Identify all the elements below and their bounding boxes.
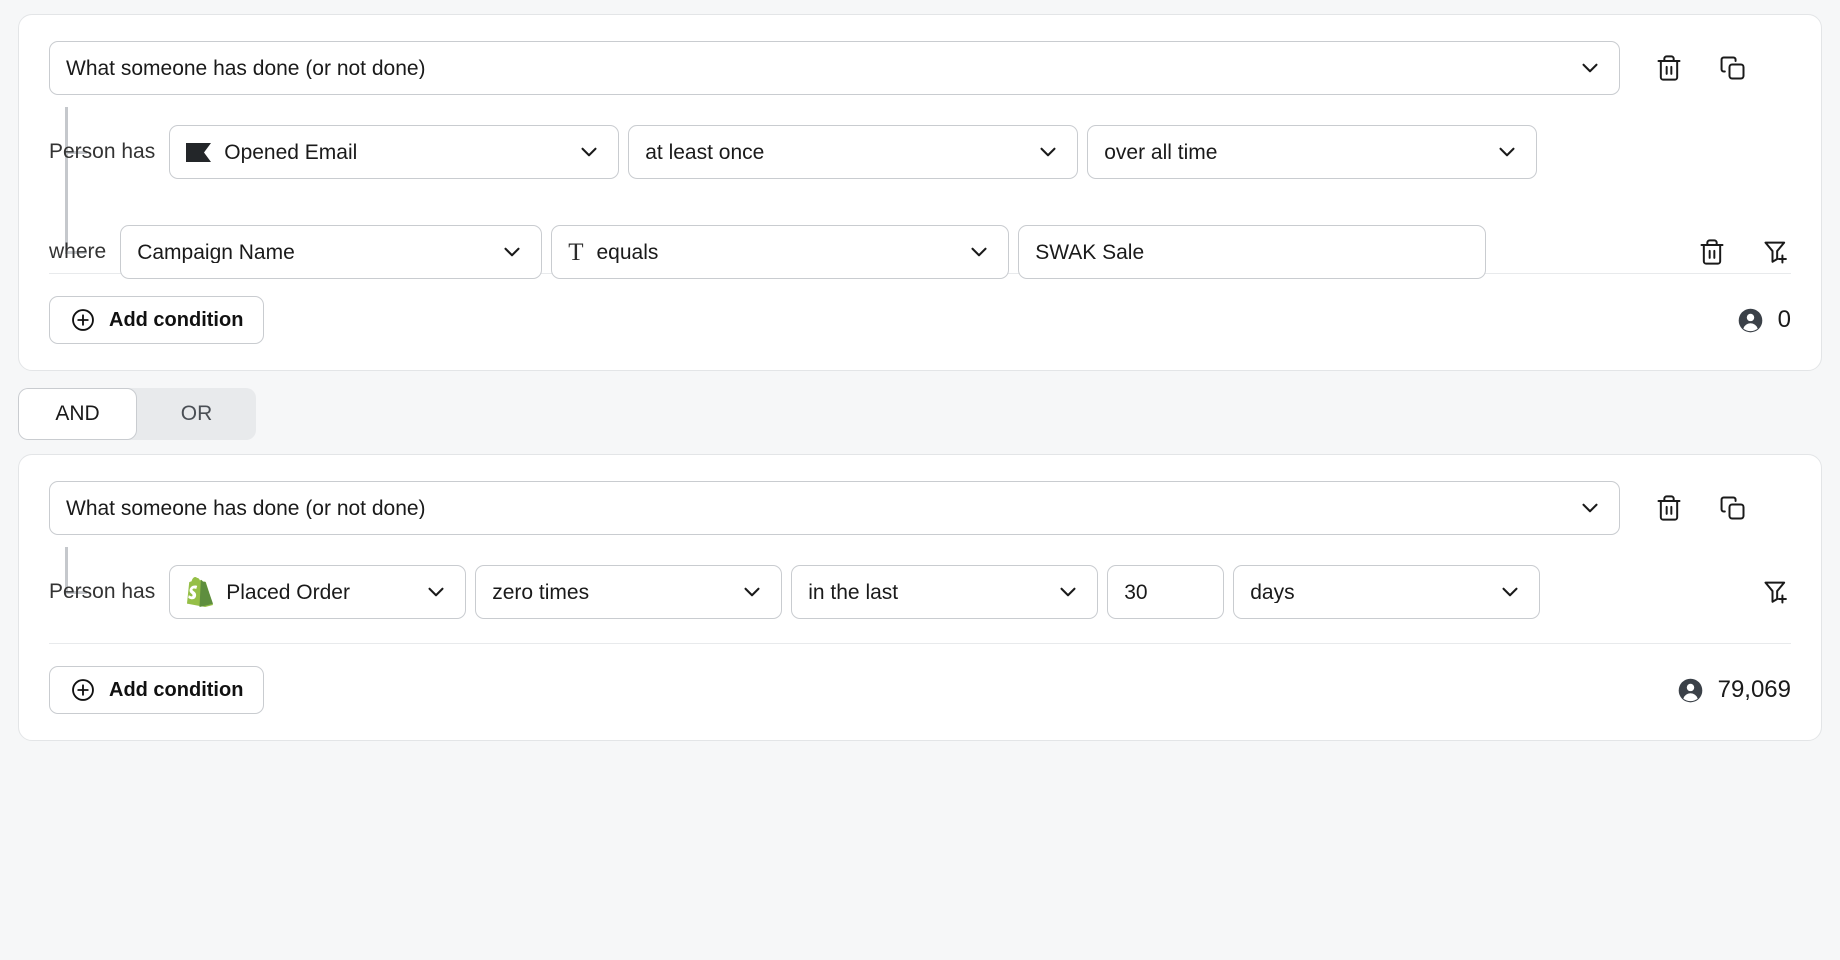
dimension-select[interactable]: Campaign Name bbox=[120, 225, 542, 279]
frequency-select[interactable]: zero times bbox=[475, 565, 782, 619]
condition-row-label: Person has bbox=[49, 140, 169, 164]
add-condition-label: Add condition bbox=[109, 679, 243, 702]
condition-row-actions bbox=[1671, 237, 1791, 267]
frequency-select-label: zero times bbox=[492, 582, 725, 603]
add-condition-label: Add condition bbox=[109, 309, 243, 332]
chevron-down-icon bbox=[1494, 139, 1520, 165]
operator-select-label: equals bbox=[596, 242, 952, 263]
shopify-icon bbox=[186, 577, 213, 607]
text-type-icon: T bbox=[568, 240, 583, 265]
duplicate-icon[interactable] bbox=[1718, 493, 1748, 523]
group-2-header: What someone has done (or not done) bbox=[49, 481, 1791, 535]
value-input[interactable]: SWAK Sale bbox=[1018, 225, 1486, 279]
metric-select[interactable]: Placed Order bbox=[169, 565, 466, 619]
group-2-member-count: 79,069 bbox=[1677, 676, 1791, 704]
group-1-header: What someone has done (or not done) bbox=[49, 41, 1791, 95]
duplicate-icon[interactable] bbox=[1718, 53, 1748, 83]
chevron-down-icon bbox=[499, 239, 525, 265]
delete-icon[interactable] bbox=[1697, 237, 1727, 267]
plus-circle-icon bbox=[70, 677, 96, 703]
add-filter-icon[interactable] bbox=[1761, 237, 1791, 267]
group-1-conditions: Person has Opened Email at least once bbox=[49, 107, 1791, 273]
group-2-count-value: 79,069 bbox=[1718, 676, 1791, 704]
metric-select-label: Opened Email bbox=[224, 142, 562, 163]
chevron-down-icon bbox=[423, 579, 449, 605]
frequency-select[interactable]: at least once bbox=[628, 125, 1078, 179]
unit-select-label: days bbox=[1250, 582, 1483, 603]
chevron-down-icon bbox=[1577, 55, 1603, 81]
group-2-type-select[interactable]: What someone has done (or not done) bbox=[49, 481, 1620, 535]
add-filter-icon[interactable] bbox=[1761, 577, 1791, 607]
logic-toggle-or[interactable]: OR bbox=[137, 388, 256, 440]
condition-group-2: What someone has done (or not done) bbox=[18, 454, 1822, 741]
operator-select[interactable]: T equals bbox=[551, 225, 1009, 279]
chevron-down-icon bbox=[1497, 579, 1523, 605]
plus-circle-icon bbox=[70, 307, 96, 333]
group-1-type-select[interactable]: What someone has done (or not done) bbox=[49, 41, 1620, 95]
chevron-down-icon bbox=[1577, 495, 1603, 521]
group-1-type-select-label: What someone has done (or not done) bbox=[66, 58, 1563, 79]
timeframe-select[interactable]: over all time bbox=[1087, 125, 1537, 179]
amount-input[interactable]: 30 bbox=[1107, 565, 1224, 619]
group-1-header-actions bbox=[1654, 53, 1748, 83]
unit-select[interactable]: days bbox=[1233, 565, 1540, 619]
group-1-member-count: 0 bbox=[1737, 306, 1791, 334]
metric-select[interactable]: Opened Email bbox=[169, 125, 619, 179]
add-condition-button[interactable]: Add condition bbox=[49, 296, 264, 344]
person-icon bbox=[1737, 307, 1764, 334]
timeframe-select-label: over all time bbox=[1104, 142, 1480, 163]
chevron-down-icon bbox=[966, 239, 992, 265]
amount-input-text: 30 bbox=[1124, 582, 1207, 603]
dimension-select-label: Campaign Name bbox=[137, 242, 485, 263]
value-input-text: SWAK Sale bbox=[1035, 242, 1469, 263]
group-2-footer: Add condition 79,069 bbox=[49, 644, 1791, 740]
logic-toggle: AND OR bbox=[18, 388, 256, 440]
group-2-type-select-label: What someone has done (or not done) bbox=[66, 498, 1563, 519]
logic-toggle-wrap: AND OR bbox=[18, 371, 1822, 454]
chevron-down-icon bbox=[576, 139, 602, 165]
condition-row-label: Person has bbox=[49, 580, 169, 604]
timeframe-select[interactable]: in the last bbox=[791, 565, 1098, 619]
delete-icon[interactable] bbox=[1654, 53, 1684, 83]
condition-row-1-1: Person has Opened Email at least once bbox=[49, 125, 1791, 179]
group-2-header-actions bbox=[1654, 493, 1748, 523]
condition-group-1: What someone has done (or not done) bbox=[18, 14, 1822, 371]
condition-row-2-1: Person has Placed Order bbox=[49, 565, 1791, 619]
chevron-down-icon bbox=[739, 579, 765, 605]
klaviyo-flag-icon bbox=[186, 143, 211, 162]
condition-row-actions bbox=[1735, 577, 1791, 607]
chevron-down-icon bbox=[1035, 139, 1061, 165]
condition-row-label: where bbox=[49, 240, 120, 264]
logic-toggle-and[interactable]: AND bbox=[18, 388, 137, 440]
delete-icon[interactable] bbox=[1654, 493, 1684, 523]
frequency-select-label: at least once bbox=[645, 142, 1021, 163]
metric-select-label: Placed Order bbox=[226, 582, 409, 603]
timeframe-select-label: in the last bbox=[808, 582, 1041, 603]
group-1-count-value: 0 bbox=[1778, 306, 1791, 334]
group-2-conditions: Person has Placed Order bbox=[49, 547, 1791, 643]
add-condition-button[interactable]: Add condition bbox=[49, 666, 264, 714]
condition-row-1-2: where Campaign Name T equals bbox=[49, 225, 1791, 279]
person-icon bbox=[1677, 677, 1704, 704]
segment-builder: What someone has done (or not done) bbox=[0, 0, 1840, 960]
chevron-down-icon bbox=[1055, 579, 1081, 605]
group-1-footer: Add condition 0 bbox=[49, 274, 1791, 370]
